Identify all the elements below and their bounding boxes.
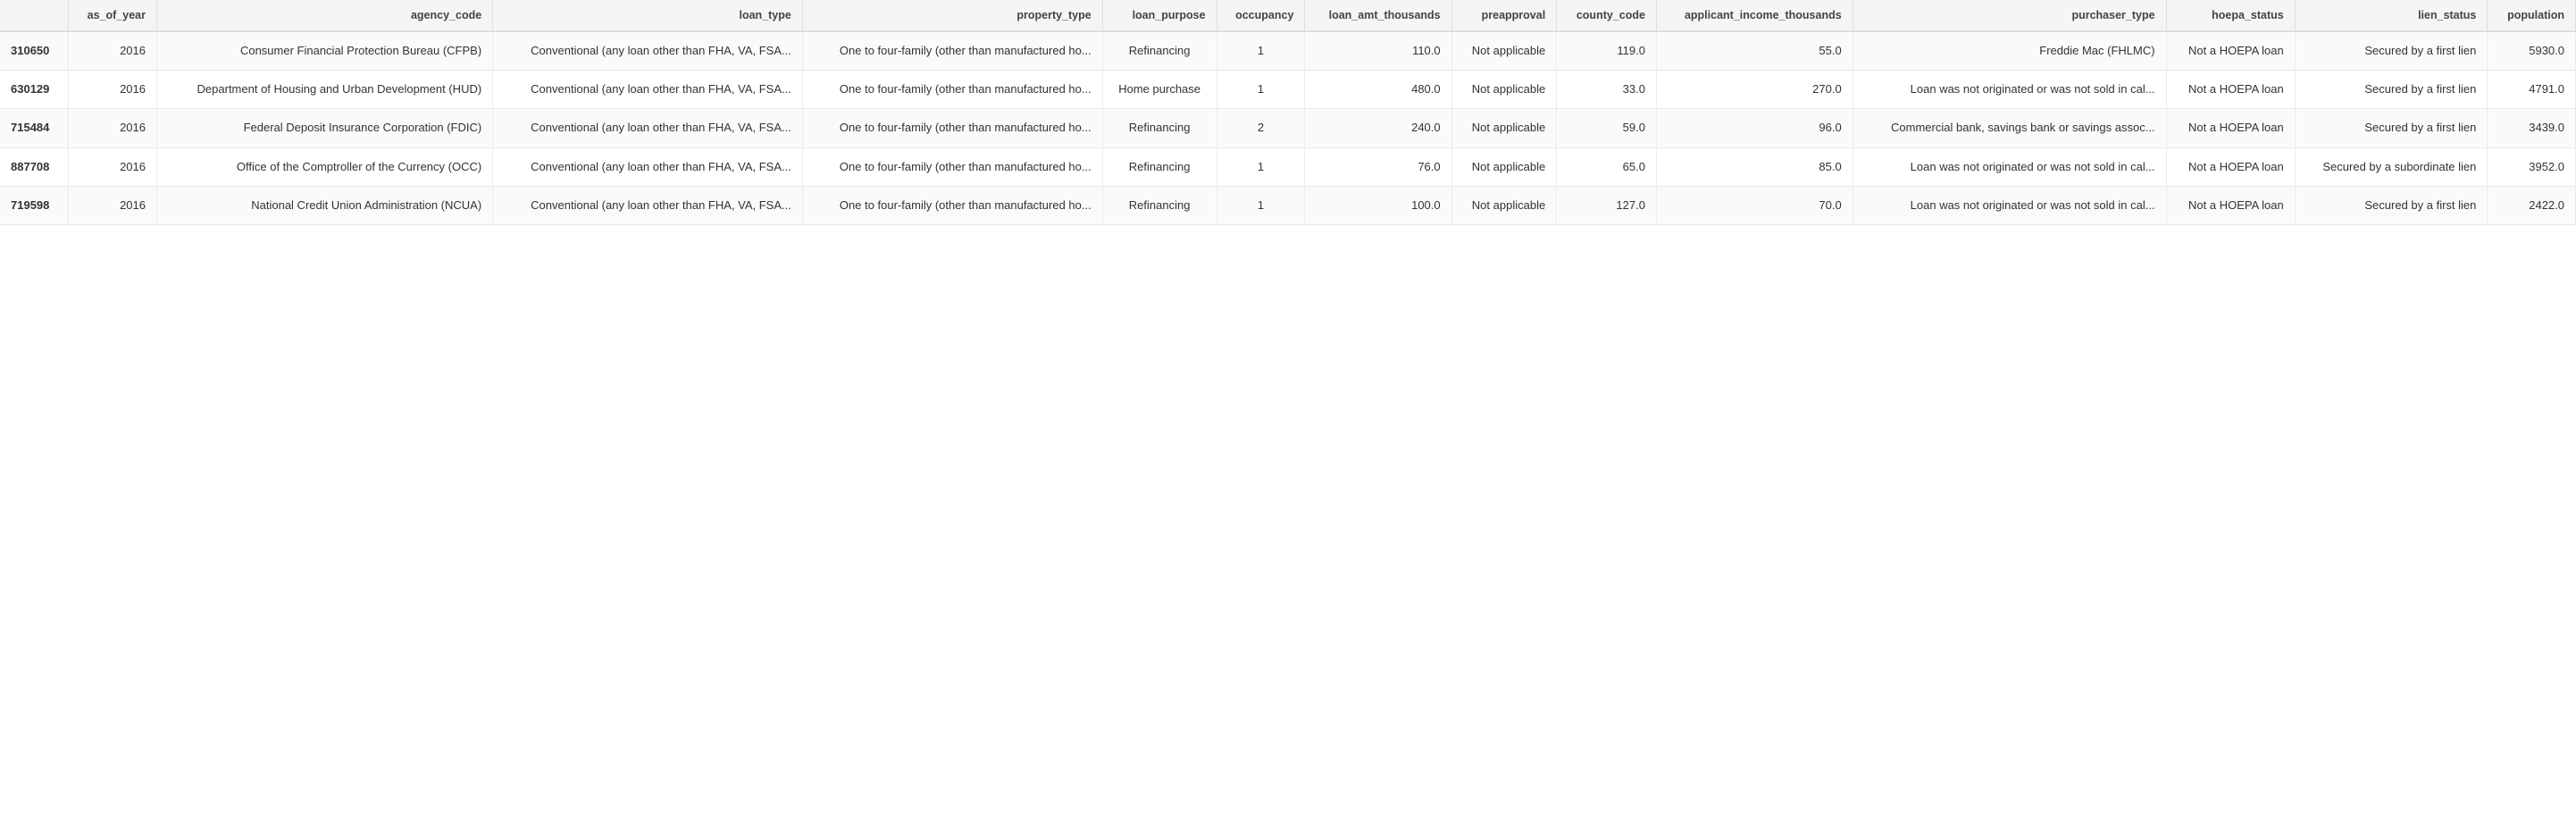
cell-loan_purpose: Refinancing <box>1102 147 1217 186</box>
cell-id: 887708 <box>0 147 69 186</box>
cell-hoepa_status: Not a HOEPA loan <box>2166 147 2295 186</box>
cell-id: 719598 <box>0 186 69 224</box>
col-header-hoepa: hoepa_status <box>2166 0 2295 31</box>
col-header-loan-purpose: loan_purpose <box>1102 0 1217 31</box>
cell-hoepa_status: Not a HOEPA loan <box>2166 31 2295 71</box>
cell-county_code: 59.0 <box>1557 109 1657 147</box>
col-header-purchaser-type: purchaser_type <box>1853 0 2166 31</box>
cell-purchaser_type: Freddie Mac (FHLMC) <box>1853 31 2166 71</box>
cell-occupancy: 1 <box>1217 71 1305 109</box>
cell-preapproval: Not applicable <box>1451 109 1557 147</box>
cell-as_of_year: 2016 <box>69 109 157 147</box>
cell-county_code: 127.0 <box>1557 186 1657 224</box>
table-header-row: as_of_year agency_code loan_type propert… <box>0 0 2576 31</box>
cell-purchaser_type: Commercial bank, savings bank or savings… <box>1853 109 2166 147</box>
cell-lien_status: Secured by a first lien <box>2295 109 2488 147</box>
cell-occupancy: 1 <box>1217 31 1305 71</box>
cell-agency_code: National Credit Union Administration (NC… <box>157 186 493 224</box>
cell-purchaser_type: Loan was not originated or was not sold … <box>1853 186 2166 224</box>
cell-loan_purpose: Refinancing <box>1102 186 1217 224</box>
cell-property_type: One to four-family (other than manufactu… <box>802 71 1102 109</box>
cell-lien_status: Secured by a first lien <box>2295 71 2488 109</box>
col-header-occupancy: occupancy <box>1217 0 1305 31</box>
cell-hoepa_status: Not a HOEPA loan <box>2166 71 2295 109</box>
cell-population: 4791.0 <box>2488 71 2576 109</box>
cell-lien_status: Secured by a first lien <box>2295 186 2488 224</box>
col-header-county: county_code <box>1557 0 1657 31</box>
cell-property_type: One to four-family (other than manufactu… <box>802 31 1102 71</box>
col-header-loan-type: loan_type <box>493 0 803 31</box>
cell-preapproval: Not applicable <box>1451 147 1557 186</box>
cell-applicant_income_thousands: 96.0 <box>1656 109 1853 147</box>
col-header-loan-amt: loan_amt_thousands <box>1305 0 1451 31</box>
cell-loan_type: Conventional (any loan other than FHA, V… <box>493 147 803 186</box>
table-row: 7154842016Federal Deposit Insurance Corp… <box>0 109 2576 147</box>
cell-county_code: 33.0 <box>1557 71 1657 109</box>
cell-property_type: One to four-family (other than manufactu… <box>802 186 1102 224</box>
col-header-lien: lien_status <box>2295 0 2488 31</box>
cell-loan_purpose: Home purchase <box>1102 71 1217 109</box>
cell-agency_code: Office of the Comptroller of the Currenc… <box>157 147 493 186</box>
cell-loan_amt_thousands: 76.0 <box>1305 147 1451 186</box>
cell-as_of_year: 2016 <box>69 147 157 186</box>
col-header-id <box>0 0 69 31</box>
cell-applicant_income_thousands: 270.0 <box>1656 71 1853 109</box>
table-row: 3106502016Consumer Financial Protection … <box>0 31 2576 71</box>
cell-hoepa_status: Not a HOEPA loan <box>2166 109 2295 147</box>
cell-population: 5930.0 <box>2488 31 2576 71</box>
col-header-agency: agency_code <box>157 0 493 31</box>
table-row: 8877082016Office of the Comptroller of t… <box>0 147 2576 186</box>
cell-id: 310650 <box>0 31 69 71</box>
cell-loan_type: Conventional (any loan other than FHA, V… <box>493 186 803 224</box>
cell-occupancy: 2 <box>1217 109 1305 147</box>
cell-lien_status: Secured by a first lien <box>2295 31 2488 71</box>
cell-loan_type: Conventional (any loan other than FHA, V… <box>493 109 803 147</box>
cell-applicant_income_thousands: 85.0 <box>1656 147 1853 186</box>
cell-preapproval: Not applicable <box>1451 31 1557 71</box>
cell-county_code: 119.0 <box>1557 31 1657 71</box>
cell-applicant_income_thousands: 55.0 <box>1656 31 1853 71</box>
cell-as_of_year: 2016 <box>69 71 157 109</box>
cell-id: 715484 <box>0 109 69 147</box>
cell-loan_amt_thousands: 110.0 <box>1305 31 1451 71</box>
cell-property_type: One to four-family (other than manufactu… <box>802 147 1102 186</box>
col-header-property-type: property_type <box>802 0 1102 31</box>
cell-loan_purpose: Refinancing <box>1102 109 1217 147</box>
cell-preapproval: Not applicable <box>1451 71 1557 109</box>
col-header-income: applicant_income_thousands <box>1656 0 1853 31</box>
cell-county_code: 65.0 <box>1557 147 1657 186</box>
cell-property_type: One to four-family (other than manufactu… <box>802 109 1102 147</box>
table-row: 6301292016Department of Housing and Urba… <box>0 71 2576 109</box>
cell-agency_code: Federal Deposit Insurance Corporation (F… <box>157 109 493 147</box>
cell-hoepa_status: Not a HOEPA loan <box>2166 186 2295 224</box>
cell-purchaser_type: Loan was not originated or was not sold … <box>1853 147 2166 186</box>
cell-occupancy: 1 <box>1217 147 1305 186</box>
cell-population: 3952.0 <box>2488 147 2576 186</box>
cell-loan_purpose: Refinancing <box>1102 31 1217 71</box>
cell-occupancy: 1 <box>1217 186 1305 224</box>
cell-agency_code: Consumer Financial Protection Bureau (CF… <box>157 31 493 71</box>
table-row: 7195982016National Credit Union Administ… <box>0 186 2576 224</box>
cell-agency_code: Department of Housing and Urban Developm… <box>157 71 493 109</box>
col-header-population: population <box>2488 0 2576 31</box>
col-header-year: as_of_year <box>69 0 157 31</box>
data-table: as_of_year agency_code loan_type propert… <box>0 0 2576 225</box>
cell-purchaser_type: Loan was not originated or was not sold … <box>1853 71 2166 109</box>
cell-population: 2422.0 <box>2488 186 2576 224</box>
cell-as_of_year: 2016 <box>69 186 157 224</box>
cell-loan_amt_thousands: 240.0 <box>1305 109 1451 147</box>
cell-loan_amt_thousands: 100.0 <box>1305 186 1451 224</box>
col-header-preapproval: preapproval <box>1451 0 1557 31</box>
cell-as_of_year: 2016 <box>69 31 157 71</box>
cell-loan_type: Conventional (any loan other than FHA, V… <box>493 71 803 109</box>
cell-preapproval: Not applicable <box>1451 186 1557 224</box>
cell-population: 3439.0 <box>2488 109 2576 147</box>
cell-lien_status: Secured by a subordinate lien <box>2295 147 2488 186</box>
cell-id: 630129 <box>0 71 69 109</box>
cell-applicant_income_thousands: 70.0 <box>1656 186 1853 224</box>
cell-loan_type: Conventional (any loan other than FHA, V… <box>493 31 803 71</box>
cell-loan_amt_thousands: 480.0 <box>1305 71 1451 109</box>
